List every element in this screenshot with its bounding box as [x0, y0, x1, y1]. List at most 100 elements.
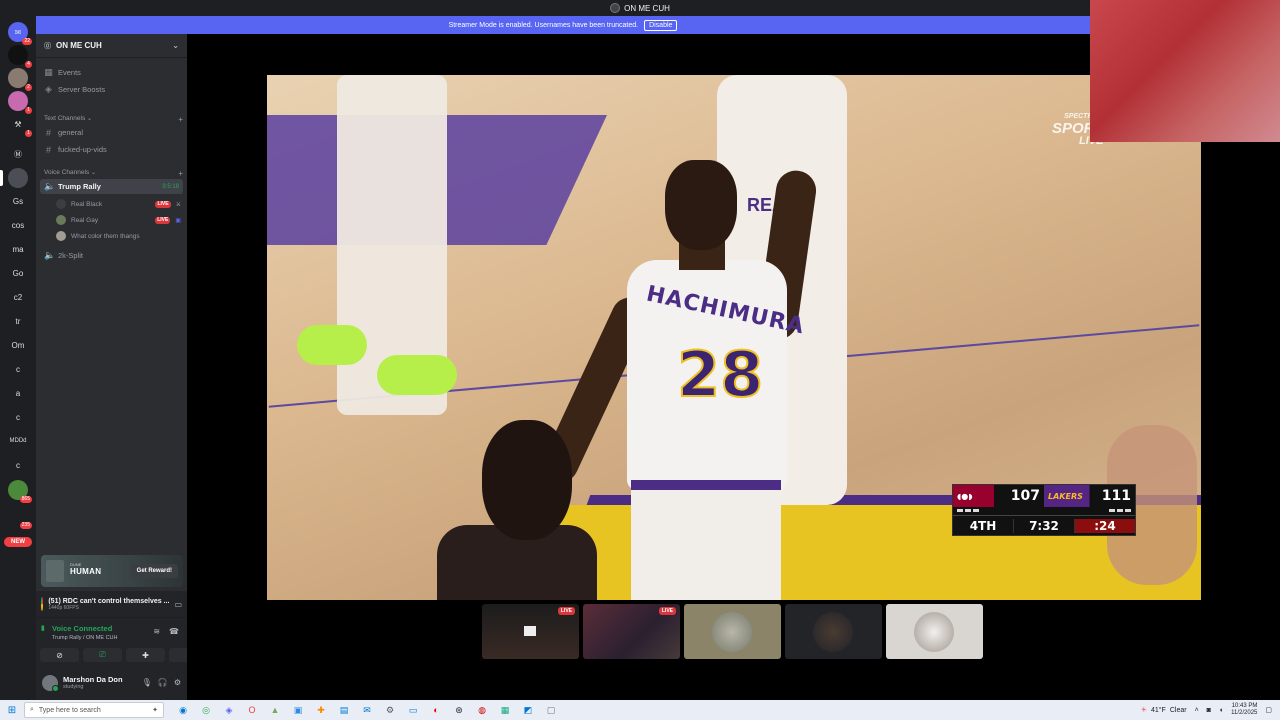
app-icon[interactable]: ◍ [475, 703, 489, 717]
app-icon[interactable]: ▦ [498, 703, 512, 717]
server-icon-3[interactable]: 1 [8, 91, 32, 114]
promo-title: HUMAN [70, 566, 102, 576]
avatar[interactable] [42, 674, 59, 692]
speaker-icon: 🔈 [44, 250, 56, 260]
promo-card[interactable]: DUNE HUMAN Get Reward! [41, 555, 183, 587]
activities-button[interactable]: ✚ [126, 648, 165, 662]
noise-suppression-icon[interactable]: ≋ [153, 627, 160, 636]
app-icon[interactable]: ✉ [360, 703, 374, 717]
chrome-icon[interactable]: ◎ [199, 703, 213, 717]
server-icon-4[interactable]: ⚒ 1 [8, 114, 32, 137]
channel-fucked-up-vids[interactable]: # fucked-up-vids [40, 142, 183, 157]
system-clock[interactable]: 10:43 PM 11/2/2025 [1231, 703, 1257, 717]
events-item[interactable]: ▦ Events [40, 65, 183, 80]
voice-user[interactable]: Real Gay LIVE ▣ [56, 213, 181, 227]
chevron-down-icon: ⌄ [172, 41, 179, 50]
headphones-icon[interactable]: 🎧 [158, 678, 168, 687]
server-icon-tr[interactable]: tr [8, 311, 28, 331]
voice-user[interactable]: What color them thangs [56, 229, 181, 243]
participant-tile[interactable] [785, 604, 882, 659]
heat-logo-icon: ◖●◗ [957, 491, 973, 501]
server-icon-om[interactable]: Om [8, 335, 28, 355]
participant-tile[interactable] [886, 604, 983, 659]
boosts-label: Server Boosts [58, 85, 106, 94]
server-icon-c[interactable]: c [8, 359, 28, 379]
channel-general[interactable]: # general [40, 125, 183, 140]
clock-time: 10:43 PM [1231, 703, 1258, 709]
weather-condition: Clear [1169, 706, 1187, 714]
app-icon[interactable]: ▤ [337, 703, 351, 717]
server-icon-c2[interactable]: c2 [8, 287, 28, 307]
server-badge: 235 [19, 522, 32, 529]
app-icon[interactable]: ▲ [268, 703, 282, 717]
windows-start-icon[interactable]: ⊞ [0, 705, 24, 716]
channel-label: general [58, 128, 84, 137]
server-icon-go[interactable]: Go [8, 263, 28, 283]
guild-header[interactable]: ⓪ ON ME CUH ⌄ [36, 34, 187, 58]
live-badge: LIVE [155, 200, 171, 208]
weather-widget[interactable]: ☀ 41°F Clear [1141, 706, 1187, 715]
disable-streamer-mode-button[interactable]: Disable [644, 19, 678, 31]
home-team: LAKERS 111 [1044, 485, 1135, 507]
app-icon[interactable]: ▭ [406, 703, 420, 717]
app-icon[interactable]: ▢ [544, 703, 558, 717]
server-icon-cos[interactable]: cos [8, 215, 28, 235]
add-channel-icon[interactable]: + [178, 169, 183, 178]
volume-icon[interactable]: ◖ [1219, 707, 1223, 714]
app-icon[interactable]: ▣ [291, 703, 305, 717]
stream-thumbnail[interactable]: LIVE [482, 604, 579, 659]
server-icon-active[interactable] [0, 168, 28, 188]
server-icon-mddd[interactable]: MDDd [8, 431, 28, 451]
streamer-mode-banner: Streamer Mode is enabled. Usernames have… [36, 16, 1090, 34]
active-indicator [0, 170, 3, 186]
text-channels-category[interactable]: Text Channels ⌄ + [44, 115, 183, 124]
activity-panel[interactable]: (51) RDC can't control themselves ... 14… [36, 591, 187, 617]
game-clock: 7:32 [1014, 518, 1075, 533]
edge-icon[interactable]: ◉ [176, 703, 190, 717]
settings-icon[interactable]: ⚙ [383, 703, 397, 717]
camera-off-button[interactable]: ⊘ [40, 648, 79, 662]
server-icon-1[interactable]: 4 [8, 45, 32, 68]
avatar [56, 215, 66, 225]
server-icon-7[interactable]: 235 [8, 506, 32, 529]
server-icon-5[interactable]: Ⓜ [8, 144, 28, 164]
server-icon-6[interactable]: 865 [8, 480, 32, 503]
server-icon-gs[interactable]: Gs [8, 191, 28, 211]
steam-icon[interactable]: ⊛ [452, 703, 466, 717]
voice-user[interactable]: Real Black LIVE ⚔ [56, 197, 181, 211]
server-icon-ma[interactable]: ma [8, 239, 28, 259]
server-icon-a[interactable]: a [8, 383, 28, 403]
server-icon-c-3[interactable]: c [8, 455, 28, 475]
taskbar-search[interactable]: ⌕ Type here to search ✦ [24, 702, 164, 718]
tray-chevron-icon[interactable]: ˄ [1195, 707, 1199, 714]
server-boosts-item[interactable]: ◈ Server Boosts [40, 82, 183, 97]
discord-icon[interactable]: ◈ [222, 703, 236, 717]
stream-thumbnail[interactable]: LIVE [583, 604, 680, 659]
voice-channels-category[interactable]: Voice Channels ⌄ + [44, 169, 183, 178]
get-reward-button[interactable]: Get Reward! [130, 564, 178, 578]
share-screen-button[interactable]: ⎚ [83, 648, 122, 662]
microphone-icon[interactable]: 🎙 [142, 678, 152, 687]
voice-location[interactable]: Trump Rally / ON ME CUH [52, 635, 118, 641]
voice-status[interactable]: Voice Connected [52, 624, 112, 633]
add-channel-icon[interactable]: + [178, 115, 183, 124]
participant-tile[interactable] [684, 604, 781, 659]
server-icon-c-2[interactable]: c [8, 407, 28, 427]
disconnect-icon[interactable]: ☎ [169, 627, 179, 636]
notification-icon[interactable]: ▢ [1265, 706, 1272, 714]
monitor-icon[interactable]: ▭ [174, 600, 182, 609]
stream-video[interactable]: REAV HACHIMURA 28 SPECTRUM SPORT LIVE ◖●… [267, 75, 1201, 600]
app-icon[interactable]: ✚ [314, 703, 328, 717]
direct-messages-icon[interactable]: ✉ 22 [8, 22, 32, 45]
voice-channel-2k-split[interactable]: 🔈 2k-Split [40, 248, 183, 263]
app-icon[interactable]: ◐ [429, 703, 443, 717]
server-icon-2[interactable]: 2 [8, 68, 32, 91]
opera-icon[interactable]: O [245, 703, 259, 717]
network-icon[interactable]: ◙ [1207, 707, 1211, 714]
voice-channel-trump-rally[interactable]: 🔈 Trump Rally 9:5:18 [40, 179, 183, 194]
gear-icon[interactable]: ⚙ [174, 678, 181, 687]
calendar-icon: ▦ [44, 67, 53, 77]
channel-label: fucked-up-vids [58, 145, 107, 154]
app-icon[interactable]: ◩ [521, 703, 535, 717]
username[interactable]: Marshon Da Don [63, 675, 123, 684]
